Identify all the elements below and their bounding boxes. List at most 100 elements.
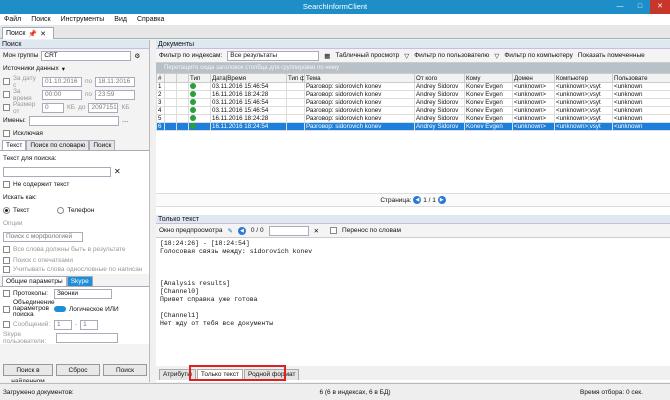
table-row[interactable]: 6 16.11.2016 18:24:54 Разговор: sidorovich… [156, 122, 670, 131]
table-cell: 3 [156, 98, 165, 107]
filter-index-select[interactable]: Все результаты [227, 50, 320, 61]
menu-search[interactable]: Поиск [31, 16, 50, 23]
column-header[interactable]: Тип фа [286, 73, 305, 83]
column-header[interactable]: Тип [188, 73, 211, 83]
not-contains-checkbox[interactable]: Не содержит текст [13, 181, 69, 188]
size-to-input[interactable]: 2097151 [88, 102, 119, 113]
filter-user-button[interactable]: Фильтр по пользователю [414, 52, 489, 59]
typos-checkbox[interactable]: Поиск с опечатками [13, 257, 73, 264]
size-from-input[interactable]: 0 [42, 102, 64, 113]
table-cell: Konev Evgen [464, 122, 513, 131]
next-page-button[interactable]: ▶ [437, 196, 446, 205]
table-cell: Разговор: sidorovich konev [304, 122, 415, 131]
gear-icon[interactable]: ⚙ [134, 52, 140, 60]
menu-tools[interactable]: Инструменты [61, 16, 105, 23]
edit-icon[interactable]: ✎ [227, 227, 232, 235]
table-cell [286, 122, 305, 131]
table-row[interactable]: 5 16.11.2016 18:24:28 Разговор: sidorovich… [156, 114, 670, 123]
msg-to-input[interactable]: 1 [80, 319, 99, 330]
call-type-icon [188, 114, 211, 123]
all-words-checkbox[interactable]: Все слова должны быть в результате [13, 246, 126, 253]
column-header[interactable]: Домен [512, 73, 555, 83]
tab-common-params[interactable]: Общие параметры [2, 276, 67, 286]
tab-search[interactable]: Поиск 📌 ✕ [2, 27, 54, 39]
tab-skype[interactable]: Skype [66, 276, 93, 286]
names-input[interactable] [28, 115, 119, 126]
table-row[interactable]: 1 03.11.2016 15:46:54 Разговор: sidorovich… [156, 82, 670, 91]
logic-toggle[interactable] [54, 306, 66, 312]
options-label: Опции [3, 220, 23, 227]
search-text-label: Текст для поиска: [3, 155, 57, 162]
close-button[interactable]: ✕ [650, 0, 670, 14]
clear-icon[interactable]: ✕ [114, 167, 121, 176]
clear-match-icon[interactable]: ✕ [314, 227, 319, 235]
radio-text[interactable] [3, 207, 10, 214]
column-header[interactable]: Кому [464, 73, 513, 83]
date-from-input[interactable]: 01.10.2016 [42, 76, 82, 87]
msg-from-input[interactable]: 1 [54, 319, 72, 330]
column-header[interactable]: Пользовате [612, 73, 670, 83]
exclude-label[interactable]: Исключая [13, 130, 43, 137]
time-from-input[interactable]: 00:00 [42, 89, 82, 100]
column-header[interactable]: Дата|Время [210, 73, 287, 83]
morph-select[interactable]: Поиск с морфологией [3, 231, 83, 242]
maximize-button[interactable]: □ [630, 0, 650, 14]
protocols-select[interactable]: Звонки [54, 288, 112, 299]
table-cell: 16.11.2016 18:24:28 [210, 114, 287, 123]
pin-icon[interactable]: 📌 [28, 30, 37, 38]
table-cell [176, 114, 189, 123]
skype-user-input[interactable] [56, 332, 118, 343]
filter-pc-button[interactable]: Фильтр по компьютеру [504, 52, 573, 59]
wrap-words-checkbox[interactable] [330, 227, 338, 234]
table-row[interactable]: 3 03.11.2016 15:46:54 Разговор: sidorovich… [156, 98, 670, 107]
title-bar: SearchInformClient — □ ✕ [0, 0, 670, 14]
column-header[interactable]: Тема [304, 73, 415, 83]
table-cell [176, 106, 189, 115]
search-in-found-button[interactable]: Поиск в найденном [3, 364, 53, 382]
menu-help[interactable]: Справка [137, 16, 164, 23]
column-header[interactable]: От кого [414, 73, 465, 83]
table-row[interactable]: 2 16.11.2016 18:24:28 Разговор: sidorovich… [156, 90, 670, 99]
tab-text[interactable]: Текст [2, 140, 27, 150]
table-cell: Разговор: sidorovich konev [304, 90, 415, 99]
reset-button[interactable]: Сброс [56, 364, 100, 376]
radio-text-label: Текст [13, 207, 30, 214]
column-header[interactable] [176, 73, 189, 83]
time-to-input[interactable]: 23:59 [95, 89, 136, 100]
menu-file[interactable]: Файл [4, 16, 21, 23]
mon-group-select[interactable]: CRT [41, 50, 132, 61]
table-cell: 2 [156, 90, 165, 99]
prev-page-button[interactable]: ◀ [413, 196, 422, 205]
status-bar: Загружено документов: 6 (6 в индексах, 6… [0, 383, 670, 400]
pager: Страница: ◀ 1 / 1 ▶ [156, 193, 670, 207]
exact-checkbox[interactable]: Учитывать слова однословные по написан [13, 266, 142, 273]
column-header[interactable]: # [156, 73, 165, 83]
match-input[interactable] [268, 225, 309, 236]
call-type-icon [188, 90, 211, 99]
table-cell: <unknown> [512, 122, 555, 131]
preview-window-button[interactable]: Окно предпросмотра [159, 227, 222, 234]
column-header[interactable] [164, 73, 177, 83]
minimize-button[interactable]: — [610, 0, 630, 14]
table-cell: <unknown> [512, 106, 555, 115]
radio-phone[interactable] [57, 207, 65, 214]
date-to-input[interactable]: 18.11.2016 [95, 76, 136, 87]
table-row[interactable]: 4 03.11.2016 15:46:54 Разговор: sidorovich… [156, 106, 670, 115]
view-mode-button[interactable]: Табличный просмотр [335, 52, 399, 59]
data-source-label[interactable]: Источники данных [3, 65, 59, 72]
column-header[interactable]: Компьютер [554, 73, 613, 83]
table-cell: 5 [156, 114, 165, 123]
table-cell: Konev Evgen [464, 82, 513, 91]
search-text-input[interactable] [3, 166, 111, 177]
search-button[interactable]: Поиск [103, 364, 147, 376]
tab-dictionary[interactable]: Поиск по словарю [26, 140, 90, 150]
tab-search-other[interactable]: Поиск [89, 140, 116, 150]
prev-match-button[interactable]: ◀ [237, 226, 246, 235]
filter-icon: ▽ [404, 52, 410, 60]
show-marked-button[interactable]: Показать помеченные [578, 52, 645, 59]
tab-close-icon[interactable]: ✕ [40, 30, 46, 38]
menu-view[interactable]: Вид [114, 16, 127, 23]
more-icon[interactable]: … [122, 117, 129, 124]
chevron-down-icon[interactable]: ▾ [62, 65, 65, 73]
table-cell: Andrey Sidorov [414, 114, 465, 123]
